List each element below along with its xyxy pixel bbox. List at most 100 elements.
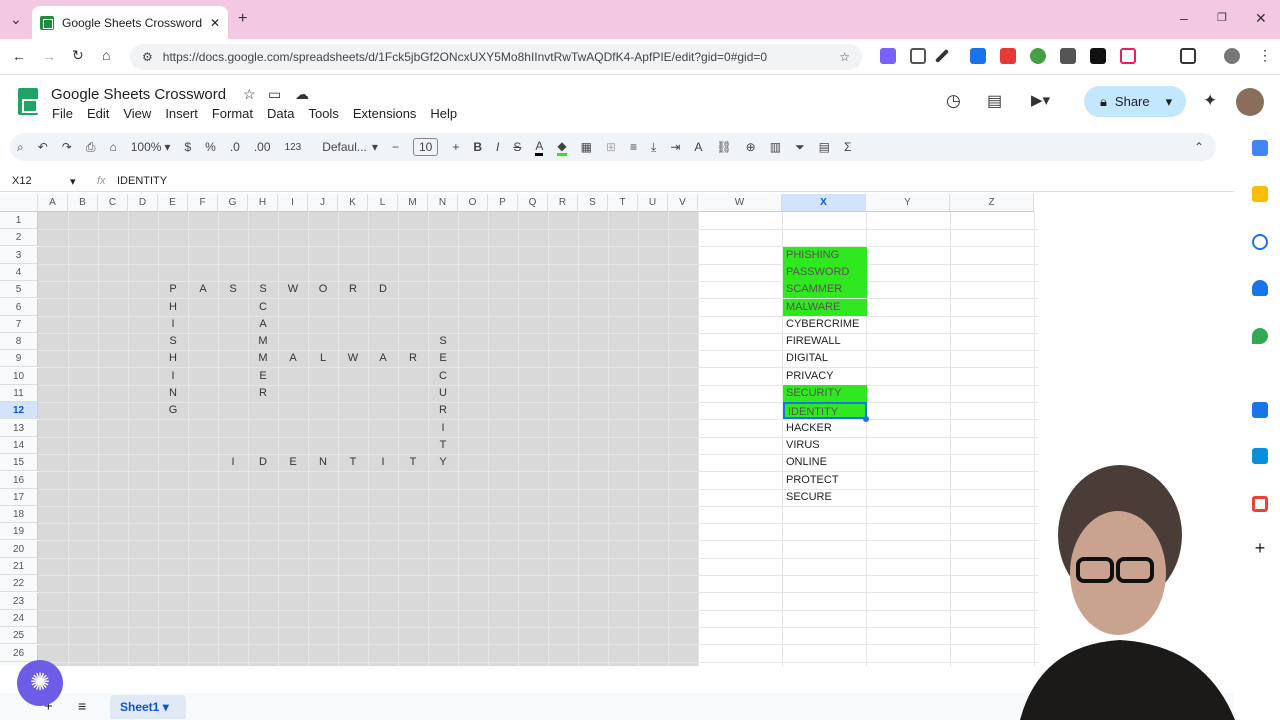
column-header-w[interactable]: W: [698, 194, 782, 212]
crossword-cell[interactable]: U: [428, 387, 458, 399]
meet-icon[interactable]: ▶▾: [1031, 91, 1050, 109]
row-header-26[interactable]: 26: [0, 644, 38, 662]
menu-format[interactable]: Format: [212, 106, 253, 121]
percent-format-button[interactable]: %: [205, 140, 216, 154]
addon-1-icon[interactable]: [1252, 402, 1268, 418]
extension-1-icon[interactable]: [880, 48, 896, 64]
row-header-11[interactable]: 11: [0, 385, 38, 402]
row-header-8[interactable]: 8: [0, 333, 38, 351]
column-header-z[interactable]: Z: [950, 194, 1034, 212]
word-list-cell[interactable]: IDENTITY: [783, 402, 867, 420]
crossword-cell[interactable]: I: [368, 456, 398, 468]
font-dropdown-icon[interactable]: ▾: [372, 140, 378, 154]
crossword-cell[interactable]: H: [158, 301, 188, 313]
word-list-cell[interactable]: CYBERCRIME: [783, 316, 867, 333]
strikethrough-icon[interactable]: S: [513, 140, 521, 154]
column-header-v[interactable]: V: [668, 194, 698, 212]
crossword-cell[interactable]: I: [218, 456, 248, 468]
row-header-12[interactable]: 12: [0, 402, 38, 420]
crossword-cell[interactable]: R: [428, 404, 458, 416]
crossword-cell[interactable]: O: [308, 283, 338, 295]
word-list-cell[interactable]: FIREWALL: [783, 333, 867, 350]
increase-decimal-button[interactable]: .00: [254, 140, 271, 154]
font-size-input[interactable]: 10: [412, 138, 439, 156]
browser-menu-icon[interactable]: ⋮: [1258, 47, 1272, 64]
crossword-cell[interactable]: Y: [428, 456, 458, 468]
crossword-cell[interactable]: I: [158, 318, 188, 330]
extension-7-icon[interactable]: [1060, 48, 1076, 64]
crossword-cell[interactable]: H: [158, 352, 188, 364]
column-header-m[interactable]: M: [398, 194, 428, 212]
home-icon[interactable]: ⌂: [102, 47, 110, 63]
row-header-17[interactable]: 17: [0, 488, 38, 506]
menu-edit[interactable]: Edit: [87, 106, 109, 121]
fill-color-icon[interactable]: ◆: [557, 139, 567, 156]
row-header-24[interactable]: 24: [0, 609, 38, 627]
crossword-cell[interactable]: N: [158, 387, 188, 399]
menu-file[interactable]: File: [52, 106, 73, 121]
site-info-icon[interactable]: ⚙: [142, 50, 153, 64]
crossword-cell[interactable]: L: [308, 352, 338, 364]
filter-views-icon[interactable]: ▤: [819, 140, 830, 154]
crossword-cell[interactable]: T: [428, 439, 458, 451]
row-header-19[interactable]: 19: [0, 523, 38, 541]
crossword-cell[interactable]: W: [278, 283, 308, 295]
column-header-n[interactable]: N: [428, 194, 458, 212]
word-list-cell[interactable]: MALWARE: [783, 298, 867, 316]
font-select[interactable]: Defaul...: [322, 140, 367, 154]
bookmark-star-icon[interactable]: ☆: [839, 50, 850, 64]
crossword-cell[interactable]: T: [338, 456, 368, 468]
row-header-21[interactable]: 21: [0, 558, 38, 575]
row-header-18[interactable]: 18: [0, 506, 38, 524]
sheet-tab[interactable]: Sheet1 ▾: [110, 695, 186, 719]
menu-view[interactable]: View: [123, 106, 151, 121]
paint-format-icon[interactable]: ⌂: [109, 140, 116, 154]
column-header-r[interactable]: R: [548, 194, 578, 212]
name-box[interactable]: X12: [12, 175, 32, 187]
crossword-cell[interactable]: E: [428, 352, 458, 364]
row-header-25[interactable]: 25: [0, 627, 38, 645]
column-header-x[interactable]: X: [782, 194, 866, 212]
menu-insert[interactable]: Insert: [165, 106, 198, 121]
decrease-font-size-icon[interactable]: −: [392, 140, 399, 154]
horizontal-align-icon[interactable]: ≡: [630, 140, 637, 154]
name-box-dropdown-icon[interactable]: ▾: [70, 175, 76, 188]
column-header-f[interactable]: F: [188, 194, 218, 212]
get-addons-icon[interactable]: +: [1252, 539, 1268, 557]
decrease-decimal-button[interactable]: .0: [230, 140, 240, 154]
word-list-cell[interactable]: SECURE: [783, 489, 867, 506]
zoom-dropdown-icon[interactable]: ▾: [164, 140, 170, 154]
crossword-cell[interactable]: S: [248, 283, 278, 295]
url-field[interactable]: ⚙ https://docs.google.com/spreadsheets/d…: [130, 44, 862, 70]
back-icon[interactable]: ←: [12, 48, 26, 64]
minimize-icon[interactable]: –: [1180, 10, 1188, 26]
star-icon[interactable]: ☆: [243, 86, 256, 103]
crossword-cell[interactable]: R: [338, 283, 368, 295]
gemini-icon[interactable]: ✦: [1203, 91, 1217, 111]
menu-tools[interactable]: Tools: [308, 106, 338, 121]
column-header-q[interactable]: Q: [518, 194, 548, 212]
forward-icon[interactable]: →: [42, 48, 56, 64]
reload-icon[interactable]: ↻: [72, 47, 84, 64]
column-header-s[interactable]: S: [578, 194, 608, 212]
extension-9-icon[interactable]: [1120, 48, 1136, 64]
collapse-toolbar-icon[interactable]: ⌃: [1194, 140, 1204, 154]
crossword-cell[interactable]: P: [158, 283, 188, 295]
restore-icon[interactable]: ❐: [1217, 11, 1227, 24]
column-header-c[interactable]: C: [98, 194, 128, 212]
word-list-cell[interactable]: VIRUS: [783, 437, 867, 454]
crossword-cell[interactable]: C: [248, 301, 278, 313]
extensions-puzzle-icon[interactable]: [1180, 48, 1196, 64]
column-header-j[interactable]: J: [308, 194, 338, 212]
sheets-logo-icon[interactable]: [18, 88, 38, 115]
column-header-e[interactable]: E: [158, 194, 188, 212]
addon-3-icon[interactable]: [1252, 496, 1268, 512]
crossword-cell[interactable]: M: [248, 352, 278, 364]
bold-icon[interactable]: B: [473, 140, 482, 154]
word-list-cell[interactable]: HACKER: [783, 420, 867, 437]
row-header-6[interactable]: 6: [0, 298, 38, 316]
share-dropdown-icon[interactable]: ▾: [1166, 94, 1173, 110]
word-list-cell[interactable]: PROTECT: [783, 472, 867, 489]
keep-icon[interactable]: [1252, 186, 1268, 202]
redo-icon[interactable]: ↷: [62, 140, 72, 154]
